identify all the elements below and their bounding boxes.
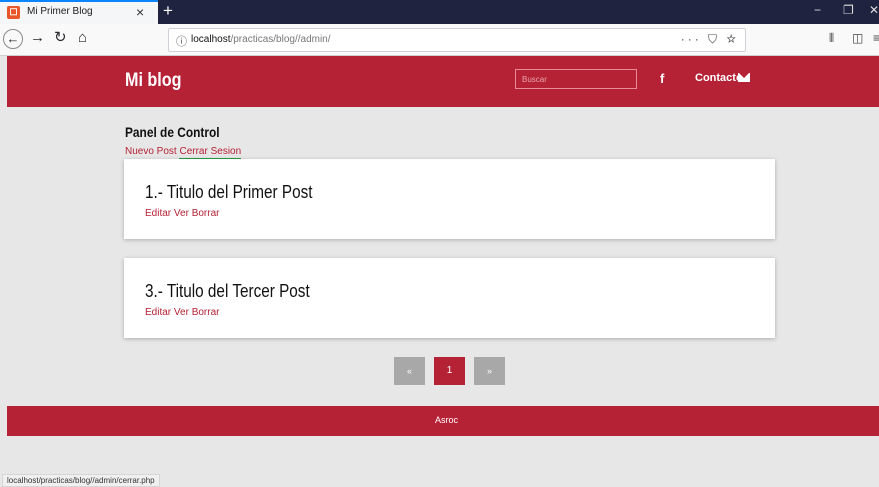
view-post-link[interactable]: Ver bbox=[174, 208, 189, 219]
contact-link[interactable]: Contacto bbox=[695, 72, 743, 84]
view-post-link[interactable]: Ver bbox=[174, 307, 189, 318]
url-text[interactable]: localhost/practicas/blog//admin/ bbox=[191, 34, 331, 45]
new-tab-icon[interactable]: + bbox=[163, 1, 173, 21]
post-card: 1.- Titulo del Primer Post Editar Ver Bo… bbox=[124, 159, 775, 239]
restore-icon[interactable]: ❐ bbox=[843, 3, 854, 17]
url-bar[interactable]: ⓘ localhost/practicas/blog//admin/ ··· ⛉… bbox=[168, 28, 746, 52]
minimize-icon[interactable]: − bbox=[814, 3, 821, 17]
edit-post-link[interactable]: Editar bbox=[145, 307, 171, 318]
logout-link[interactable]: Cerrar Sesion bbox=[179, 146, 242, 160]
post-actions: Editar Ver Borrar bbox=[145, 307, 220, 318]
footer-text: Asroc bbox=[435, 415, 459, 425]
pagination-next-button[interactable]: » bbox=[474, 357, 505, 385]
post-card: 3.- Titulo del Tercer Post Editar Ver Bo… bbox=[124, 258, 775, 338]
mail-icon[interactable] bbox=[738, 73, 750, 82]
panel-links: Nuevo Post Cerrar Sesion bbox=[125, 146, 242, 160]
browser-tab[interactable]: ☐ Mi Primer Blog × bbox=[0, 0, 158, 24]
info-icon[interactable]: ⓘ bbox=[176, 33, 187, 49]
back-icon[interactable]: ← bbox=[3, 29, 23, 49]
tab-title: Mi Primer Blog bbox=[27, 6, 93, 17]
library-icon[interactable]: ⫴ bbox=[829, 31, 834, 46]
brand-logo[interactable]: Mi blog bbox=[125, 70, 182, 92]
browser-tab-strip: ☐ Mi Primer Blog × + − ❐ ✕ bbox=[0, 0, 879, 24]
window-close-icon[interactable]: ✕ bbox=[869, 3, 879, 17]
post-title: 3.- Titulo del Tercer Post bbox=[145, 281, 310, 301]
search-input[interactable] bbox=[515, 69, 637, 89]
page-title: Panel de Control bbox=[125, 124, 220, 140]
delete-post-link[interactable]: Borrar bbox=[192, 208, 220, 219]
status-bar-url: localhost/practicas/blog//admin/cerrar.p… bbox=[2, 474, 160, 487]
sidebar-icon[interactable]: ◫ bbox=[852, 31, 863, 45]
menu-icon[interactable]: ≡ bbox=[873, 31, 879, 45]
site-header: Mi blog f Contacto bbox=[7, 56, 879, 107]
new-post-link[interactable]: Nuevo Post bbox=[125, 146, 177, 157]
site-footer: Asroc bbox=[7, 406, 879, 436]
post-title: 1.- Titulo del Primer Post bbox=[145, 182, 313, 202]
pagination-page-1-button[interactable]: 1 bbox=[434, 357, 465, 385]
reload-icon[interactable]: ↻ bbox=[54, 29, 67, 47]
page-actions-icon[interactable]: ··· ⛉ ☆ bbox=[681, 32, 739, 47]
delete-post-link[interactable]: Borrar bbox=[192, 307, 220, 318]
forward-icon[interactable]: → bbox=[30, 29, 45, 47]
url-host: localhost bbox=[191, 34, 231, 45]
facebook-icon[interactable]: f bbox=[660, 71, 664, 86]
url-path: /practicas/blog//admin/ bbox=[230, 34, 331, 45]
tab-close-icon[interactable]: × bbox=[136, 4, 144, 20]
edit-post-link[interactable]: Editar bbox=[145, 208, 171, 219]
pagination-prev-button[interactable]: « bbox=[394, 357, 425, 385]
home-icon[interactable]: ⌂ bbox=[78, 29, 87, 47]
post-actions: Editar Ver Borrar bbox=[145, 208, 220, 219]
browser-toolbar: ← → ↻ ⌂ ⓘ localhost/practicas/blog//admi… bbox=[0, 24, 879, 56]
tab-favicon-icon: ☐ bbox=[7, 6, 20, 19]
